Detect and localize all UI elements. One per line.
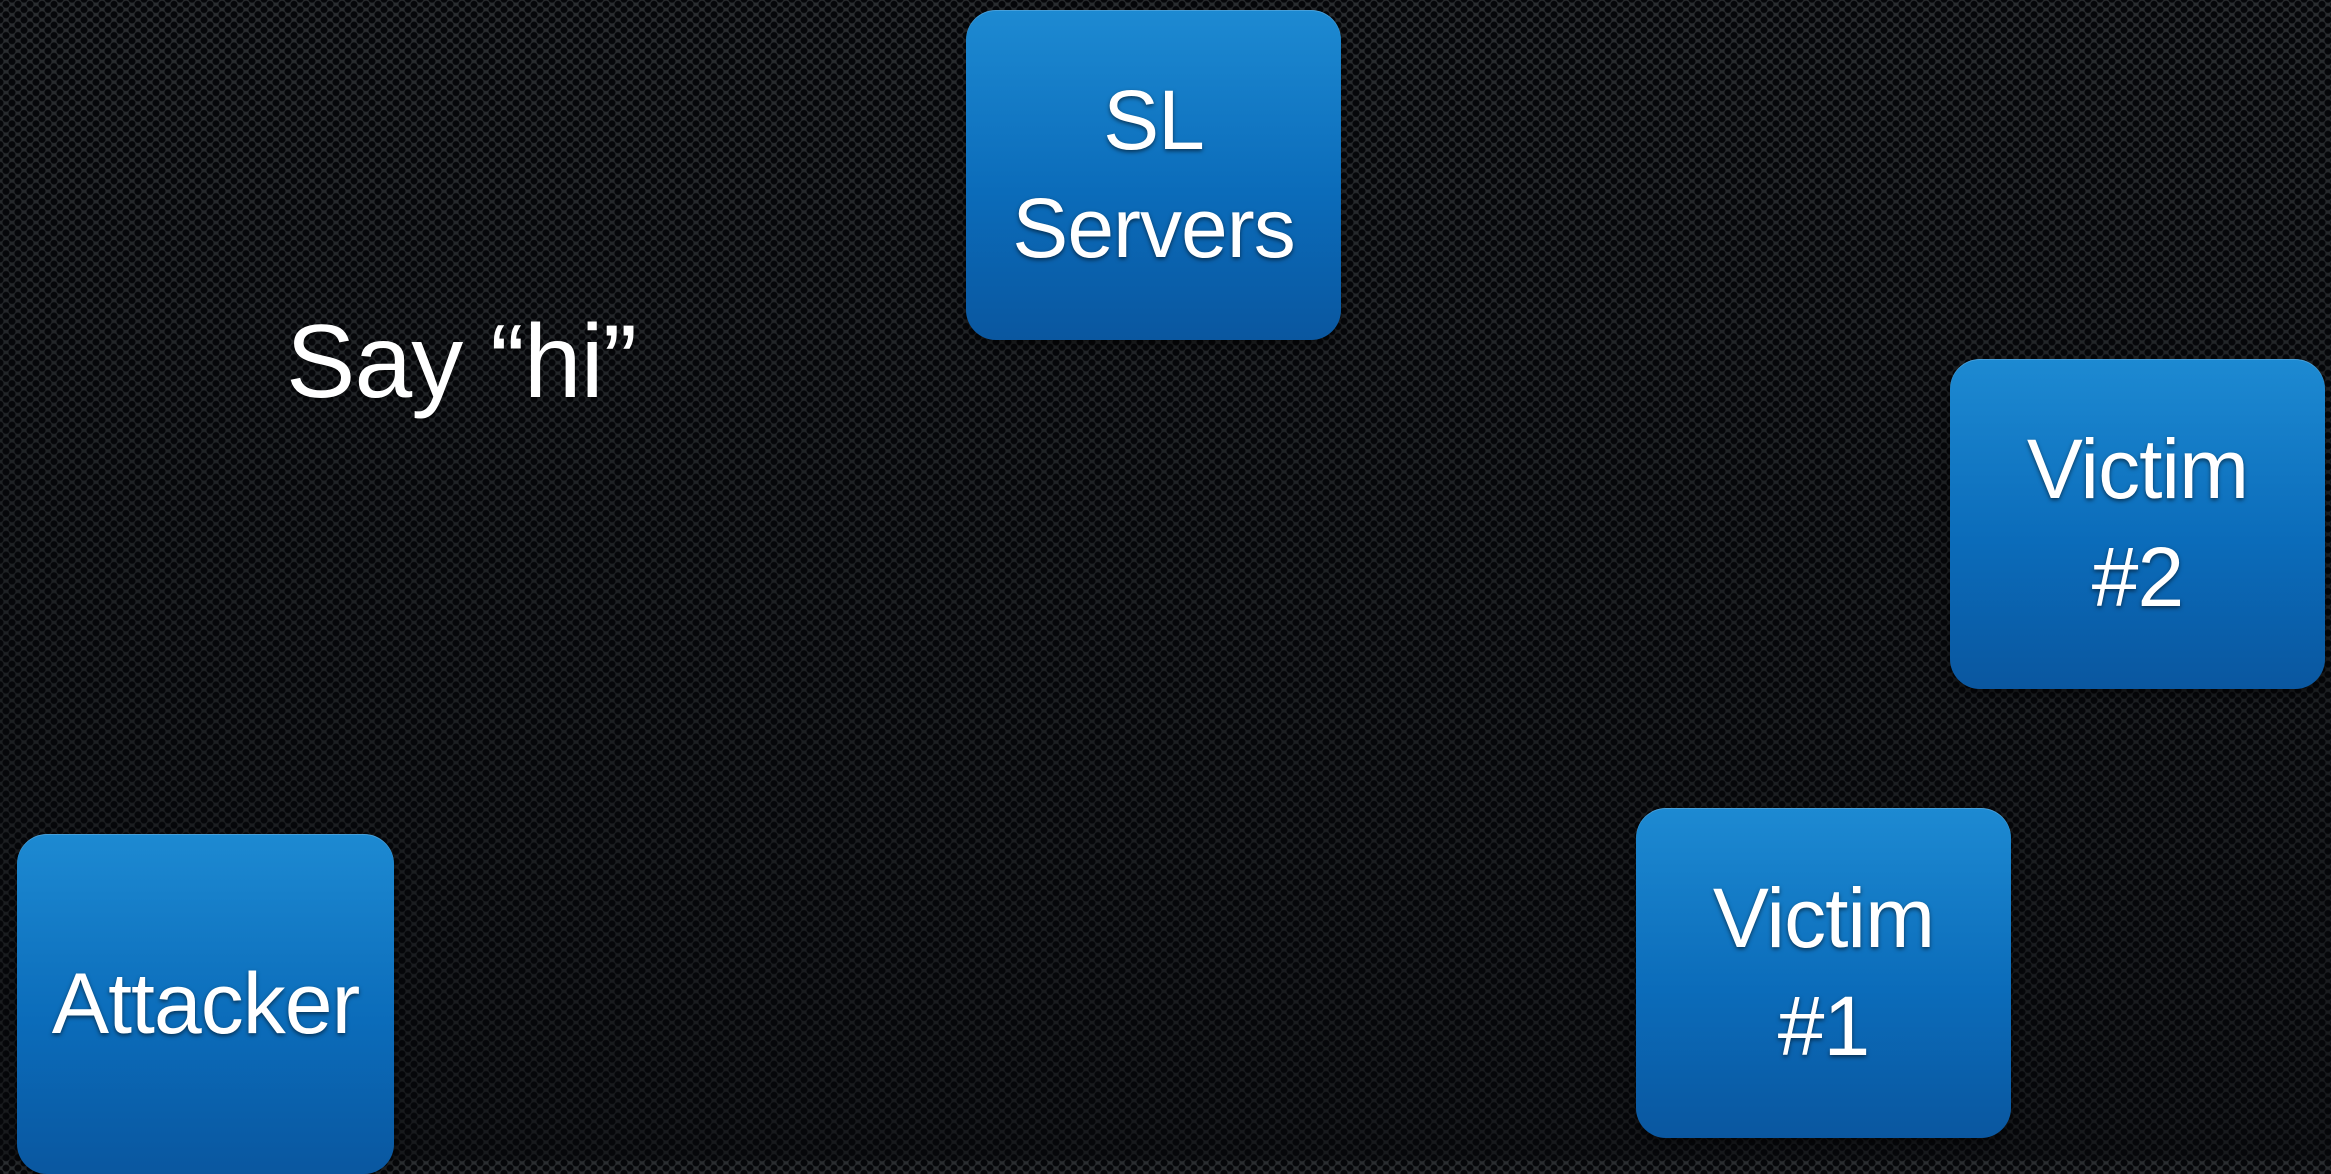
victim-1-node: Victim #1 <box>1636 808 2011 1138</box>
victim-1-label-line1: Victim <box>1712 871 1935 966</box>
diagram-slide: SL Servers Say “hi” Victim #2 Victim #1 … <box>0 0 2331 1174</box>
victim-1-label-line2: #1 <box>1777 979 1870 1073</box>
attacker-node: Attacker <box>17 834 394 1174</box>
victim-2-label-line1: Victim <box>2026 422 2249 517</box>
victim-2-node: Victim #2 <box>1950 359 2325 689</box>
sl-servers-label-line1: SL <box>1103 73 1205 168</box>
sl-servers-label-line2: Servers <box>1012 181 1295 275</box>
say-hi-caption: Say “hi” <box>286 304 637 420</box>
attacker-label: Attacker <box>51 955 360 1052</box>
sl-servers-node: SL Servers <box>966 10 1341 340</box>
victim-2-label-line2: #2 <box>2091 530 2184 624</box>
